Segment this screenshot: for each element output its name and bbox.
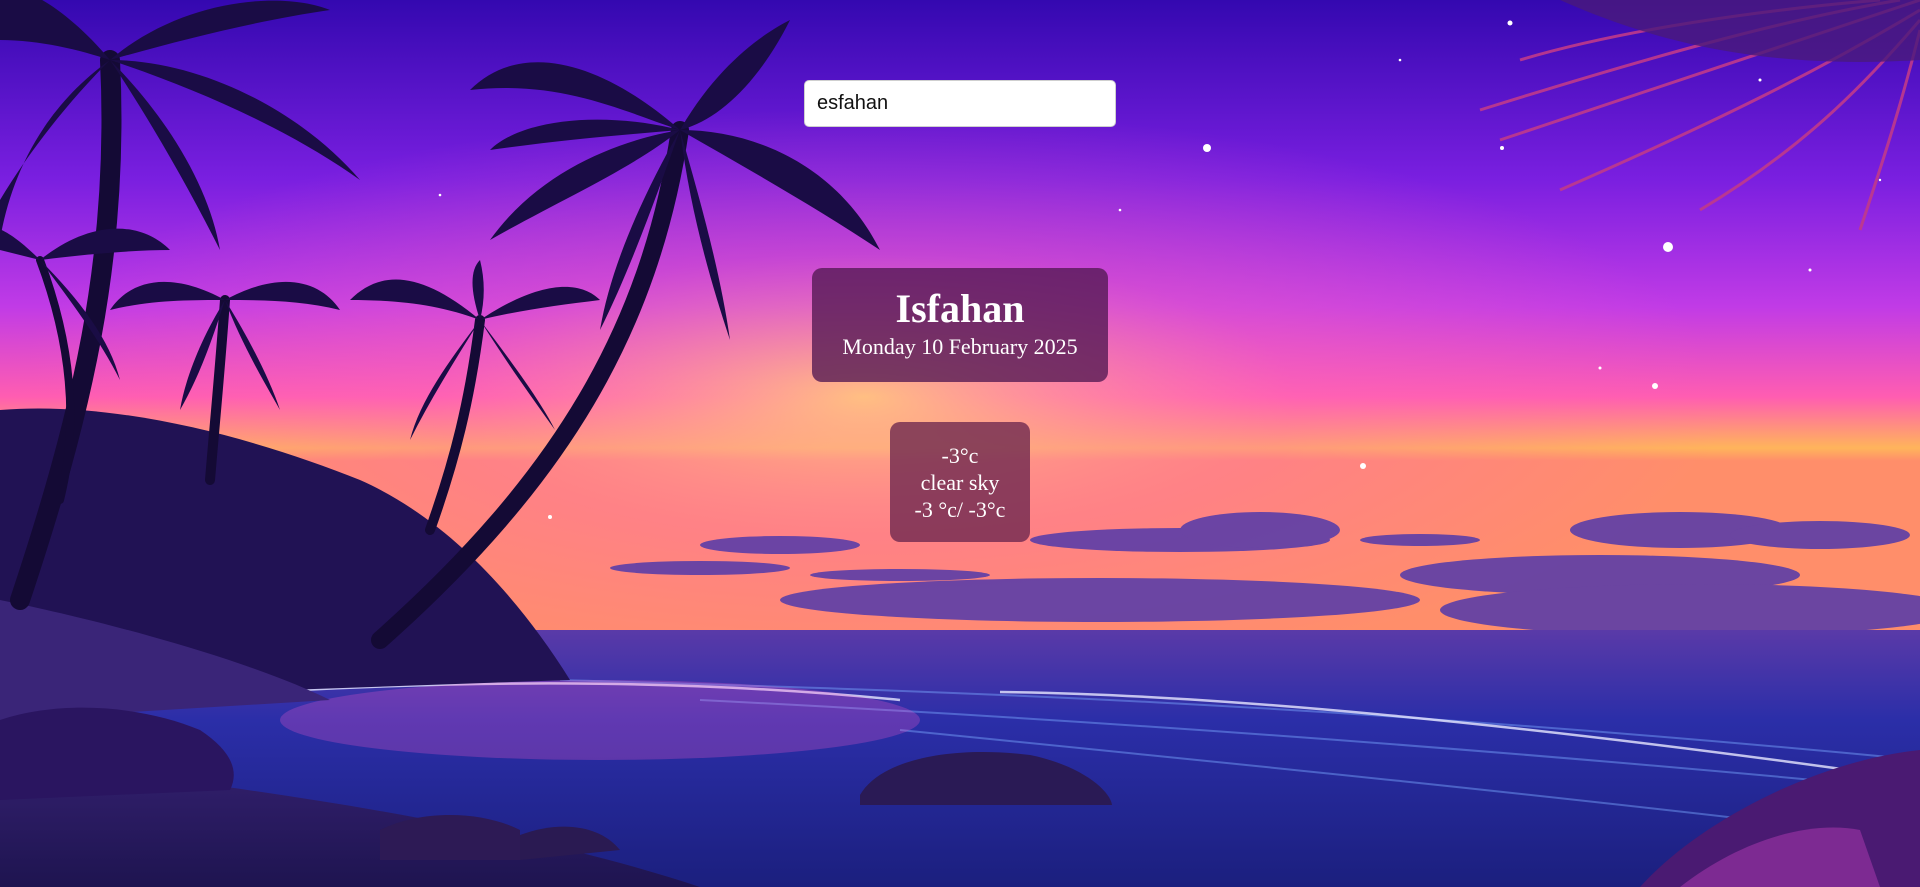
weather-description: clear sky [920,470,1000,495]
city-name: Isfahan [895,286,1025,331]
temperature-range: -3 °c/ -3°c [914,497,1006,522]
location-card: Isfahan Monday 10 February 2025 [812,268,1108,382]
weather-card: -3°c clear sky -3 °c/ -3°c [890,422,1030,542]
current-temperature: -3°c [941,443,979,468]
city-search [804,80,1116,127]
city-search-input[interactable] [804,80,1116,127]
current-date: Monday 10 February 2025 [842,334,1078,359]
